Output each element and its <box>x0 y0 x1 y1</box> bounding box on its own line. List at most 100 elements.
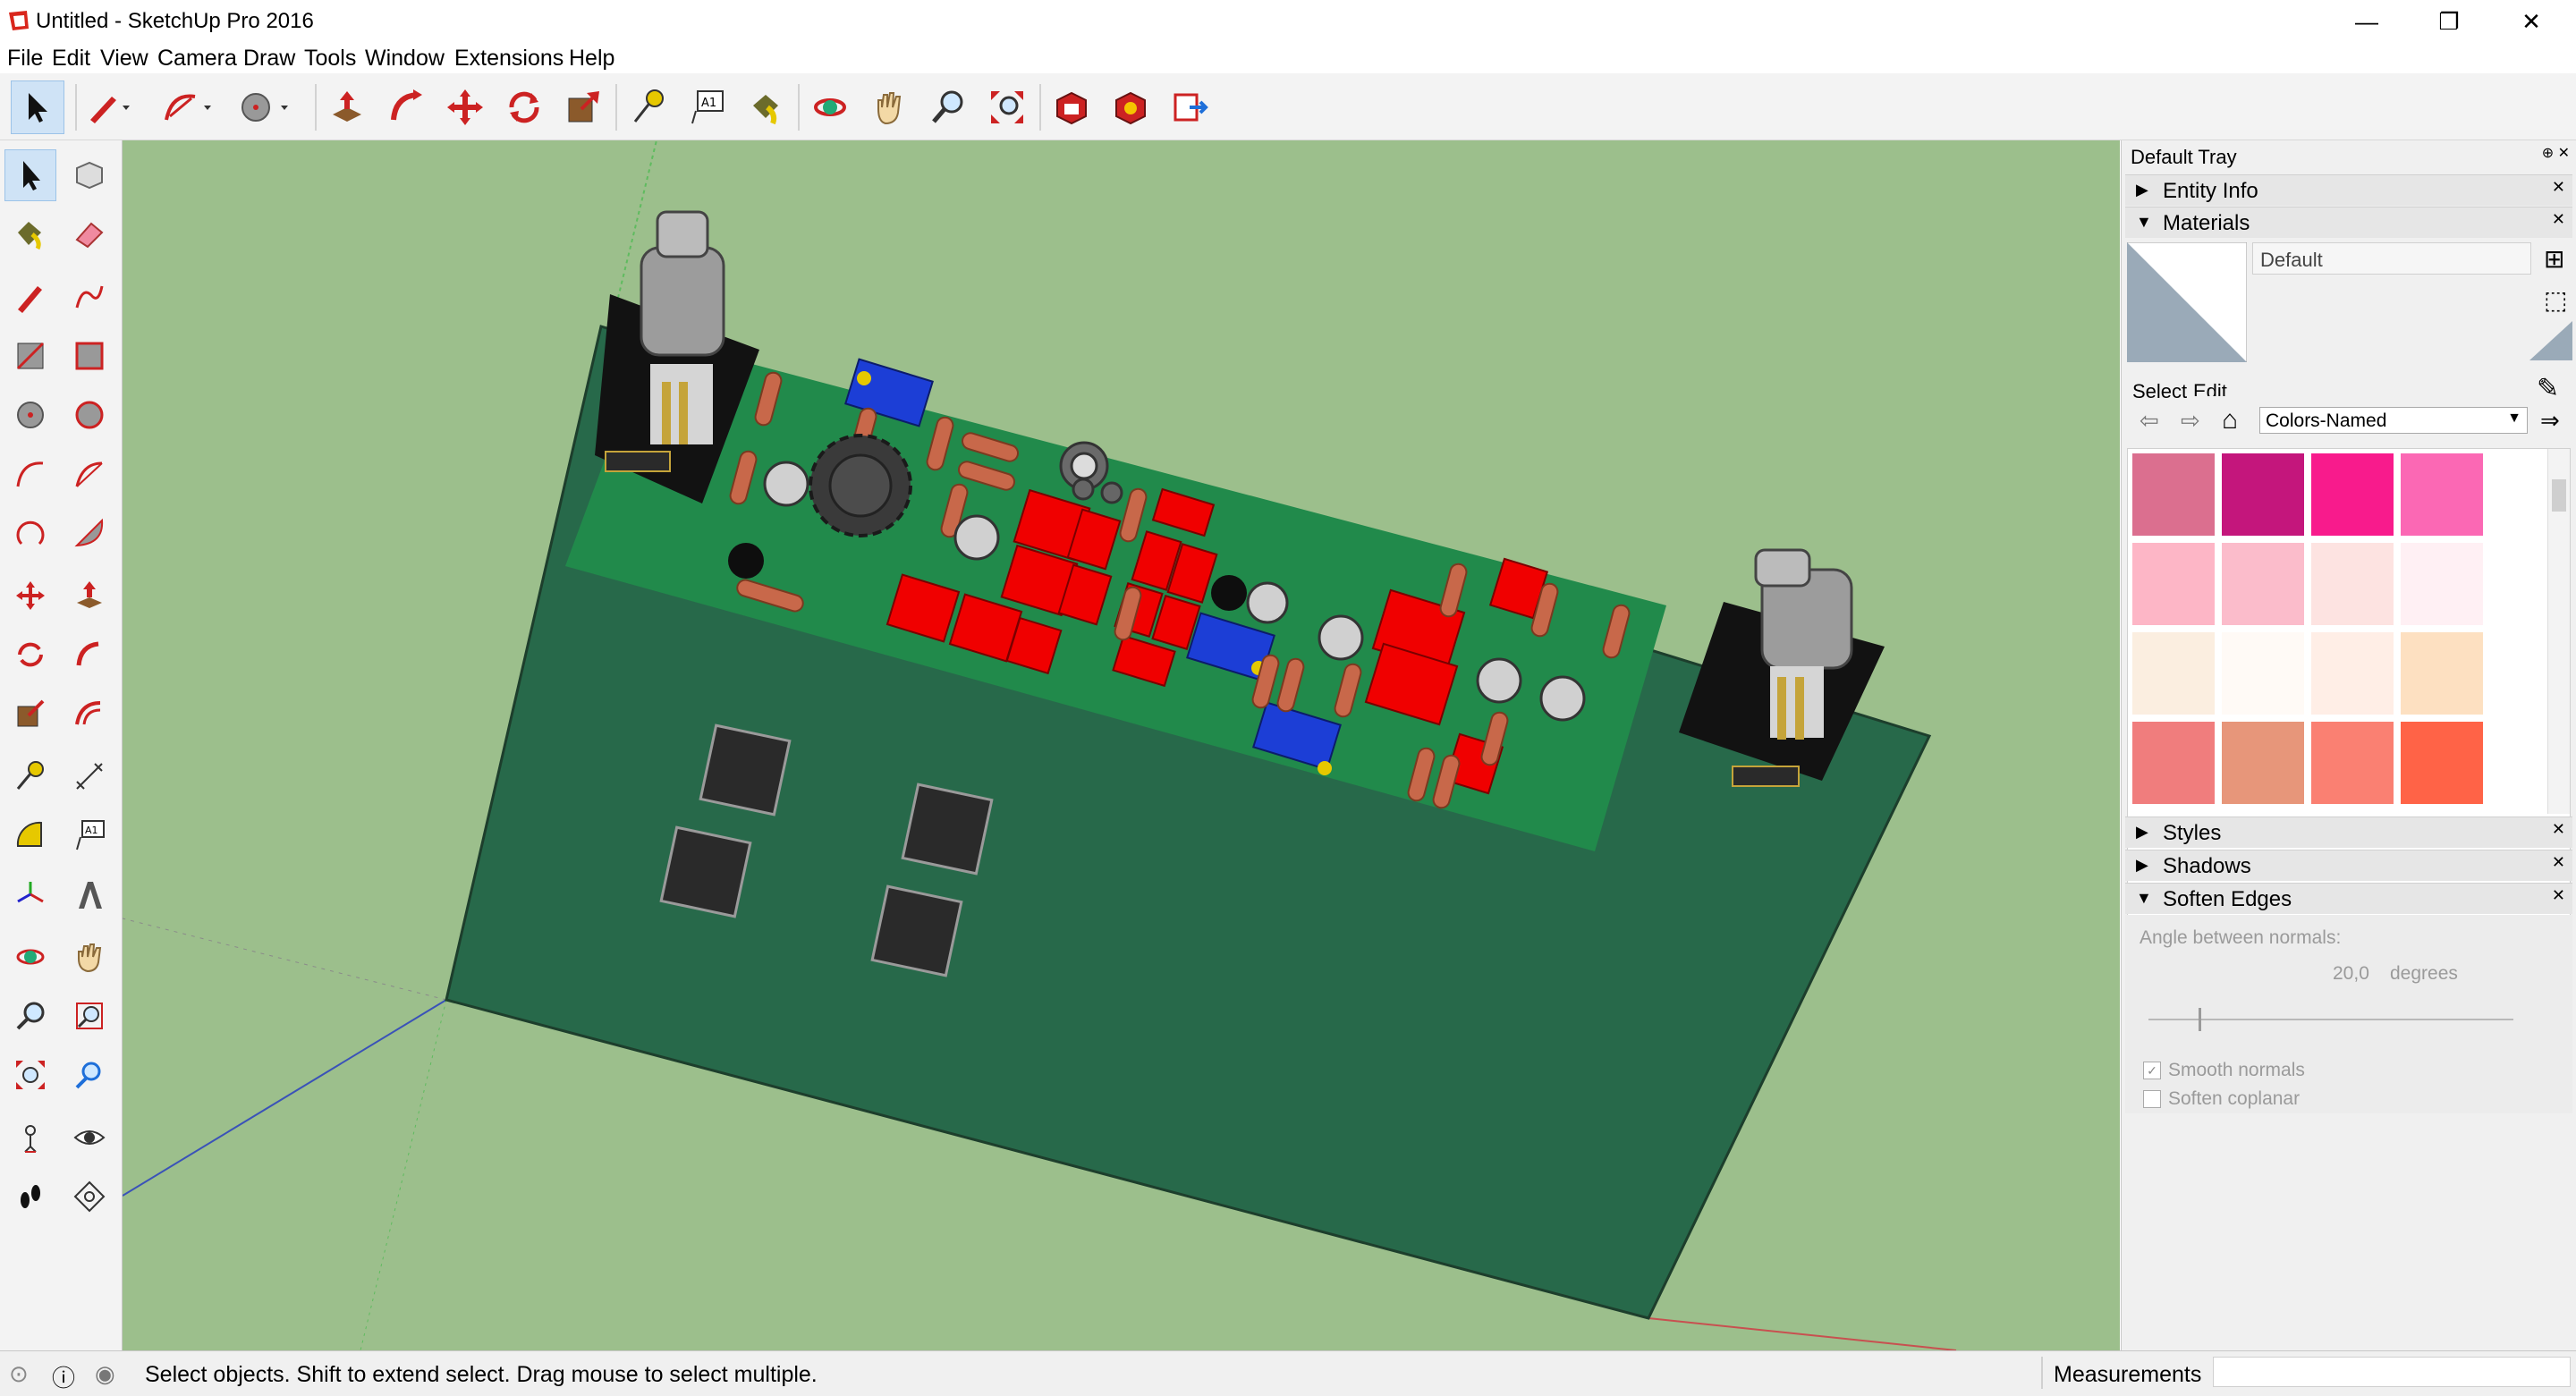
menu-draw[interactable]: Draw <box>243 46 295 72</box>
material-swatch[interactable] <box>2131 542 2216 626</box>
default-material-icon[interactable]: ⬚ <box>2544 285 2567 315</box>
line-tool-button[interactable] <box>80 80 134 134</box>
measurements-input[interactable] <box>2213 1357 2571 1387</box>
zoom-extents-tool-button[interactable] <box>980 80 1034 134</box>
home-icon[interactable]: ⌂ <box>2222 405 2238 436</box>
protractor-tool[interactable] <box>4 809 56 861</box>
material-swatch[interactable] <box>2131 453 2216 537</box>
shadows-section[interactable]: ▶ Shadows ✕ <box>2125 850 2572 881</box>
zoom-tool-button[interactable] <box>921 80 975 134</box>
move-tool-button[interactable] <box>438 80 492 134</box>
freehand-tool[interactable] <box>64 271 115 323</box>
material-swatch[interactable] <box>2131 721 2216 805</box>
instructor-info-icon[interactable]: ⓘ <box>52 1360 75 1393</box>
material-swatch[interactable] <box>2221 721 2305 805</box>
scale-tool-button[interactable] <box>556 80 610 134</box>
material-swatch[interactable] <box>2310 721 2394 805</box>
pan-tool[interactable] <box>64 931 115 983</box>
polygon-tool[interactable] <box>64 389 115 441</box>
line-tool[interactable] <box>4 271 56 323</box>
styles-section[interactable]: ▶ Styles ✕ <box>2125 816 2572 848</box>
material-name-field[interactable]: Default <box>2252 242 2531 275</box>
paint-bucket-tool[interactable] <box>4 208 56 260</box>
circle-tool[interactable] <box>4 389 56 441</box>
details-arrow-icon[interactable]: ⇒ <box>2540 407 2560 435</box>
forward-arrow-icon[interactable]: ⇨ <box>2181 407 2200 435</box>
tape-measure-tool[interactable] <box>4 750 56 802</box>
modeling-viewport[interactable] <box>123 140 2120 1350</box>
swatch-scrollbar[interactable] <box>2547 449 2570 814</box>
tray-pin-icon[interactable]: ⊕ ✕ <box>2542 144 2570 162</box>
rotated-rectangle-tool[interactable] <box>64 330 115 382</box>
extension-warehouse-button[interactable] <box>1104 80 1157 134</box>
paint-bucket-tool-button[interactable] <box>739 80 792 134</box>
material-swatch[interactable] <box>2310 631 2394 715</box>
menu-help[interactable]: Help <box>569 46 614 72</box>
create-material-icon[interactable]: ⊞ <box>2544 244 2564 274</box>
text-tool-button[interactable]: A1 <box>680 80 733 134</box>
look-around-tool[interactable] <box>64 1112 115 1163</box>
material-swatch[interactable] <box>2221 631 2305 715</box>
eyedropper-icon[interactable]: ✎ <box>2537 373 2559 404</box>
menu-extensions[interactable]: Extensions <box>454 46 564 72</box>
3d-warehouse-button[interactable] <box>1045 80 1098 134</box>
offset-tool[interactable] <box>64 688 115 740</box>
entity-info-section[interactable]: ▶ Entity Info ✕ <box>2125 174 2572 206</box>
rotate-tool[interactable] <box>4 629 56 681</box>
material-swatch[interactable] <box>2310 453 2394 537</box>
position-camera-tool[interactable] <box>4 1112 56 1163</box>
follow-me-tool-button[interactable] <box>379 80 433 134</box>
angle-slider-thumb[interactable] <box>2199 1008 2201 1031</box>
material-swatch[interactable] <box>2400 721 2484 805</box>
close-panel-icon[interactable]: ✕ <box>2552 886 2565 905</box>
arc-tool-button[interactable] <box>161 80 215 134</box>
user-account-icon[interactable]: ◉ <box>95 1360 115 1388</box>
zoom-extents-tool[interactable] <box>4 1049 56 1101</box>
follow-me-tool[interactable] <box>64 629 115 681</box>
pan-tool-button[interactable] <box>862 80 916 134</box>
scale-tool[interactable] <box>4 688 56 740</box>
dimension-tool[interactable] <box>64 750 115 802</box>
material-swatch[interactable] <box>2310 542 2394 626</box>
close-button[interactable]: ✕ <box>2494 2 2569 41</box>
close-panel-icon[interactable]: ✕ <box>2552 820 2565 839</box>
previous-view-tool[interactable] <box>64 1049 115 1101</box>
section-plane-tool[interactable] <box>64 1171 115 1223</box>
restore-button[interactable]: ❐ <box>2411 2 2487 41</box>
close-panel-icon[interactable]: ✕ <box>2552 210 2565 229</box>
scene-canvas[interactable] <box>123 140 2120 1350</box>
two-point-arc-tool[interactable] <box>64 448 115 500</box>
push-pull-tool[interactable] <box>64 570 115 622</box>
material-swatch[interactable] <box>2400 631 2484 715</box>
push-pull-tool-button[interactable] <box>320 80 374 134</box>
soften-edges-section[interactable]: ▼ Soften Edges ✕ <box>2125 883 2572 914</box>
close-panel-icon[interactable]: ✕ <box>2552 178 2565 197</box>
3d-text-tool[interactable] <box>64 868 115 920</box>
geo-location-icon[interactable]: ⊙ <box>9 1360 29 1388</box>
menu-tools[interactable]: Tools <box>304 46 356 72</box>
rectangle-tool[interactable] <box>4 330 56 382</box>
three-point-arc-tool[interactable] <box>4 507 56 559</box>
close-panel-icon[interactable]: ✕ <box>2552 853 2565 872</box>
arc-tool[interactable] <box>4 448 56 500</box>
zoom-tool[interactable] <box>4 990 56 1042</box>
send-to-layout-button[interactable] <box>1163 80 1216 134</box>
scrollbar-thumb[interactable] <box>2552 479 2566 512</box>
materials-section[interactable]: ▼ Materials ✕ <box>2125 207 2572 238</box>
tape-measure-tool-button[interactable] <box>621 80 674 134</box>
move-tool[interactable] <box>4 570 56 622</box>
orbit-tool-button[interactable] <box>803 80 857 134</box>
walk-tool[interactable] <box>4 1171 56 1223</box>
select-tool[interactable] <box>4 149 56 201</box>
material-swatch[interactable] <box>2221 542 2305 626</box>
angle-slider-track[interactable] <box>2148 1019 2513 1020</box>
axes-tool[interactable] <box>4 868 56 920</box>
zoom-window-tool[interactable] <box>64 990 115 1042</box>
back-arrow-icon[interactable]: ⇦ <box>2140 407 2159 435</box>
select-tool-button[interactable] <box>11 80 64 134</box>
soften-coplanar-checkbox[interactable] <box>2143 1090 2161 1108</box>
menu-edit[interactable]: Edit <box>52 46 90 72</box>
material-swatch[interactable] <box>2131 631 2216 715</box>
rotate-tool-button[interactable] <box>497 80 551 134</box>
make-component-tool[interactable] <box>64 149 115 201</box>
